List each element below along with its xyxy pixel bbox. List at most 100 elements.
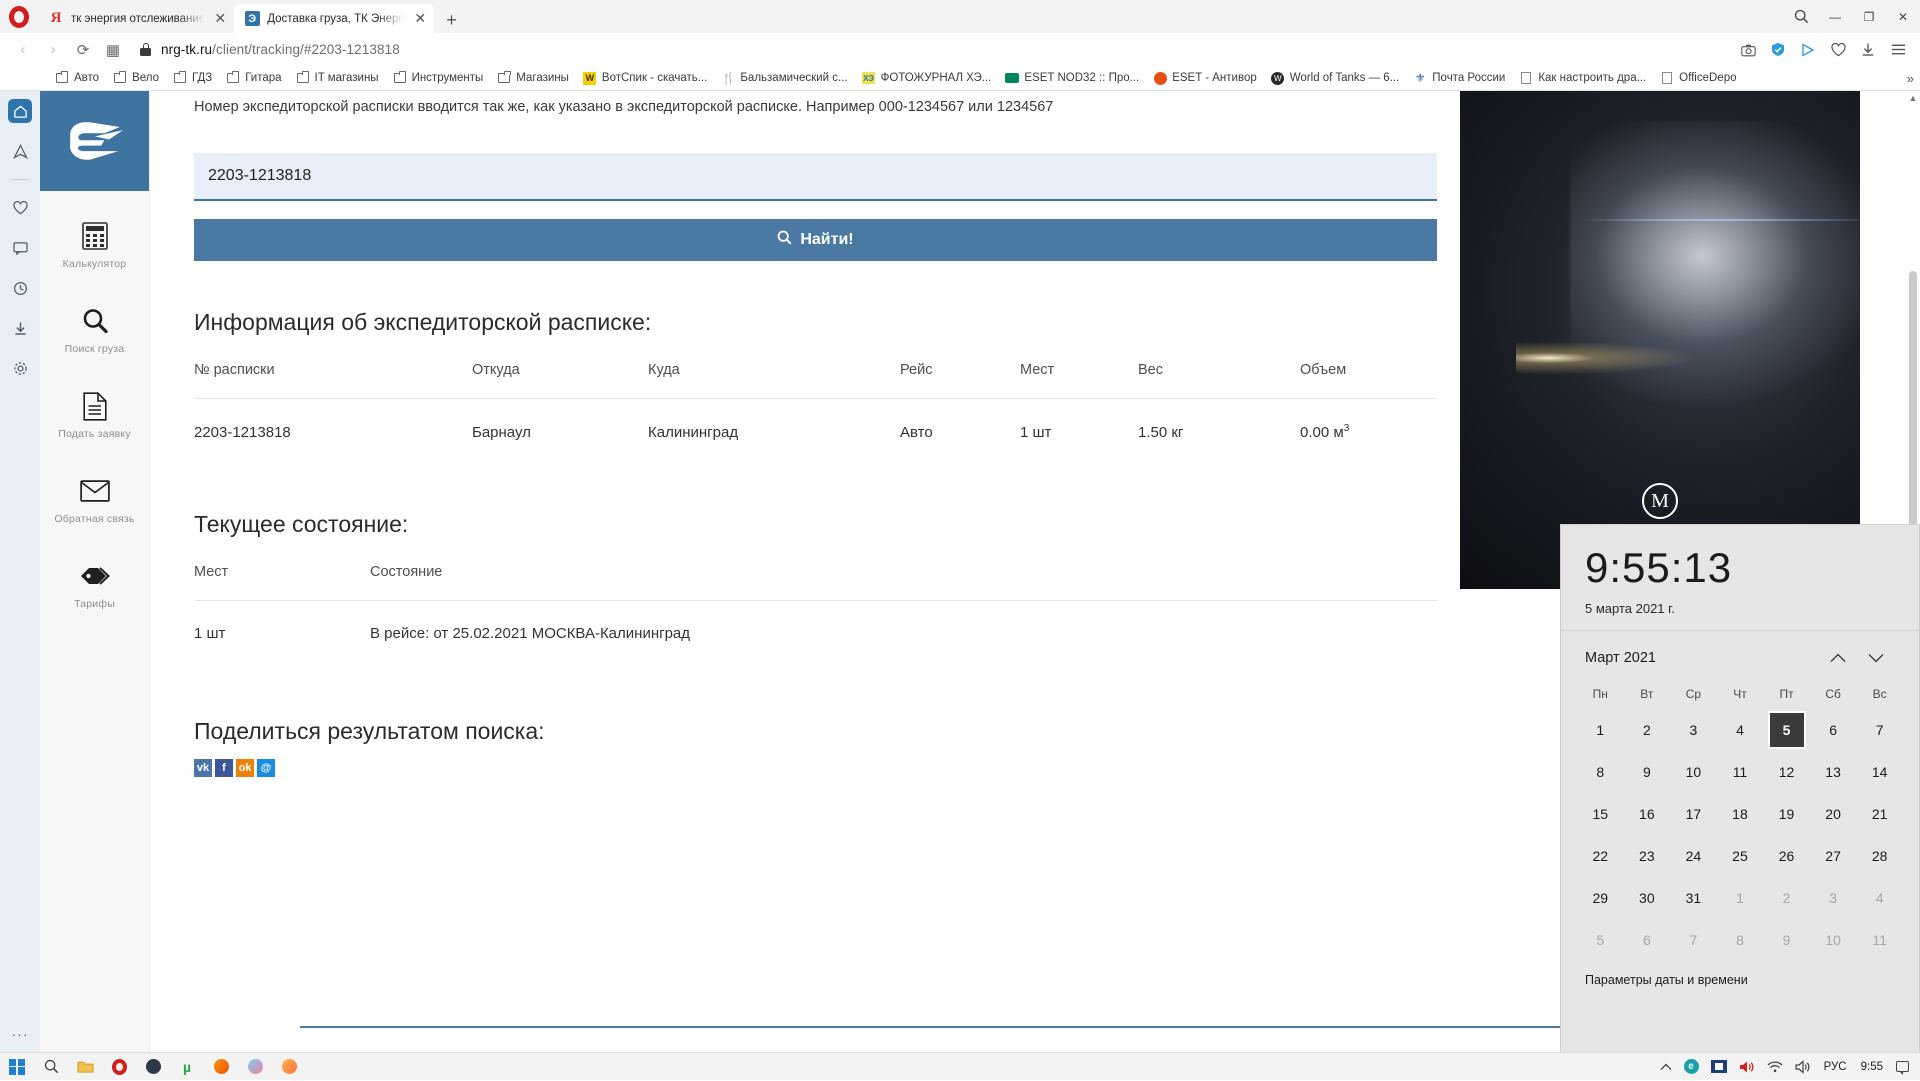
share-moimir-icon[interactable]: @ xyxy=(257,759,275,777)
calendar-day[interactable]: 26 xyxy=(1763,835,1810,877)
opera-sidebar-more[interactable]: ··· xyxy=(12,1026,29,1042)
calendar-day[interactable]: 11 xyxy=(1717,751,1764,793)
calendar-day-selected[interactable]: 5 xyxy=(1763,709,1810,751)
calendar-day[interactable]: 1 xyxy=(1577,709,1624,751)
calendar-day[interactable]: 31 xyxy=(1670,877,1717,919)
opera-logo[interactable] xyxy=(0,0,38,33)
find-button[interactable]: Найти! xyxy=(194,219,1437,261)
sidebar-item-feedback[interactable]: Обратная связь xyxy=(40,468,149,531)
settings-icon[interactable] xyxy=(8,356,32,380)
calendar-day[interactable]: 7 xyxy=(1856,709,1903,751)
close-button[interactable]: ✕ xyxy=(1886,0,1920,33)
shield-icon[interactable] xyxy=(1764,37,1792,63)
wifi-icon[interactable] xyxy=(1762,1053,1788,1081)
bookmark-item[interactable]: IT магазины xyxy=(289,71,386,85)
firefox-icon[interactable] xyxy=(204,1053,238,1081)
share-odnoklassniki-icon[interactable]: ok xyxy=(236,759,254,777)
calendar-day-outside[interactable]: 4 xyxy=(1856,877,1903,919)
taskbar-clock[interactable]: 9:55 xyxy=(1855,1061,1889,1073)
camera-icon[interactable] xyxy=(1734,37,1762,63)
language-indicator[interactable]: РУС xyxy=(1818,1061,1853,1073)
sidebar-item-tariffs[interactable]: Тарифы xyxy=(40,553,149,616)
messenger-icon[interactable] xyxy=(8,236,32,260)
speeddial-icon[interactable]: ▦ xyxy=(98,37,128,63)
calendar-day[interactable]: 13 xyxy=(1810,751,1857,793)
bookmark-item[interactable]: WВотСпик - скачать... xyxy=(576,71,714,85)
opera-icon[interactable] xyxy=(102,1053,136,1081)
calendar-day[interactable]: 9 xyxy=(1624,751,1671,793)
bookmark-item[interactable]: Как настроить дра... xyxy=(1512,71,1653,85)
share-vkontakte-icon[interactable]: vk xyxy=(194,759,212,777)
bookmark-item[interactable]: Авто xyxy=(48,71,106,85)
volume-red-icon[interactable] xyxy=(1734,1053,1760,1081)
home-icon[interactable] xyxy=(8,99,32,123)
bookmark-item[interactable]: ХЭФОТОЖУРНАЛ ХЭ... xyxy=(855,71,999,85)
browser-tab-0[interactable]: Я тк энергия отслеживание ✕ xyxy=(38,4,234,33)
calendar-day[interactable]: 24 xyxy=(1670,835,1717,877)
calendar-day[interactable]: 3 xyxy=(1670,709,1717,751)
bookmark-item[interactable]: ESET - Антивор xyxy=(1146,71,1264,85)
search-icon[interactable] xyxy=(34,1053,68,1081)
maximize-button[interactable]: ❐ xyxy=(1852,0,1886,33)
paint-icon[interactable] xyxy=(238,1053,272,1081)
chevron-up-icon[interactable] xyxy=(1819,645,1857,671)
scroll-up-icon[interactable]: ▲ xyxy=(1906,91,1920,105)
calendar-day-outside[interactable]: 7 xyxy=(1670,919,1717,961)
calendar-day[interactable]: 19 xyxy=(1763,793,1810,835)
calendar-day[interactable]: 29 xyxy=(1577,877,1624,919)
calendar-day-outside[interactable]: 2 xyxy=(1763,877,1810,919)
calendar-day[interactable]: 18 xyxy=(1717,793,1764,835)
history-icon[interactable] xyxy=(8,276,32,300)
calendar-day[interactable]: 23 xyxy=(1624,835,1671,877)
new-tab-button[interactable]: + xyxy=(434,11,469,33)
energia-logo[interactable] xyxy=(40,91,149,191)
reload-icon[interactable]: ⟳ xyxy=(68,37,98,63)
download-icon[interactable] xyxy=(1854,37,1882,63)
advertisement-banner[interactable]: M ISUZU xyxy=(1460,91,1860,589)
menu-icon[interactable] xyxy=(1884,37,1912,63)
url-input[interactable]: nrg-tk.ru/client/tracking/#2203-1213818 xyxy=(128,37,1734,63)
tracking-number-input[interactable]: 2203-1213818 xyxy=(194,153,1437,201)
close-icon[interactable]: ✕ xyxy=(412,11,428,27)
calendar-day-outside[interactable]: 8 xyxy=(1717,919,1764,961)
calendar-day[interactable]: 27 xyxy=(1810,835,1857,877)
calendar-day-outside[interactable]: 6 xyxy=(1624,919,1671,961)
chevron-up-icon[interactable] xyxy=(1655,1053,1677,1081)
calendar-day[interactable]: 25 xyxy=(1717,835,1764,877)
calendar-day-outside[interactable]: 9 xyxy=(1763,919,1810,961)
heart-icon[interactable] xyxy=(1824,37,1852,63)
bookmark-item[interactable]: ГДЗ xyxy=(166,71,219,85)
calendar-day[interactable]: 15 xyxy=(1577,793,1624,835)
downloads-icon[interactable] xyxy=(8,316,32,340)
explorer-icon[interactable] xyxy=(68,1053,102,1081)
bookmark-item[interactable]: OfficeDepo xyxy=(1653,71,1743,85)
calendar-day-outside[interactable]: 5 xyxy=(1577,919,1624,961)
notification-icon[interactable] xyxy=(1891,1053,1914,1081)
calendar-day[interactable]: 22 xyxy=(1577,835,1624,877)
calendar-day[interactable]: 14 xyxy=(1856,751,1903,793)
calendar-month-label[interactable]: Март 2021 xyxy=(1585,650,1819,666)
sidebar-item-submit-request[interactable]: Подать заявку xyxy=(40,383,149,446)
bookmark-item[interactable]: ESET NOD32 :: Про... xyxy=(998,71,1146,85)
display-icon[interactable] xyxy=(1706,1053,1732,1081)
bookmark-item[interactable]: 🍴Бальзамический с... xyxy=(714,71,854,85)
speeddial-icon[interactable] xyxy=(8,139,32,163)
chevron-down-icon[interactable] xyxy=(1857,645,1895,671)
bookmark-item[interactable]: Вело xyxy=(106,71,166,85)
bookmark-item[interactable]: WWorld of Tanks — 6... xyxy=(1264,71,1407,85)
calendar-day[interactable]: 10 xyxy=(1670,751,1717,793)
calendar-day[interactable]: 4 xyxy=(1717,709,1764,751)
browser-tab-1[interactable]: Э Доставка груза, ТК Энерги ✕ xyxy=(234,4,434,33)
bookmark-item[interactable]: Магазины xyxy=(490,71,576,85)
calendar-day-outside[interactable]: 3 xyxy=(1810,877,1857,919)
bookmarks-overflow-button[interactable]: » xyxy=(1907,66,1914,91)
bookmark-item[interactable]: Гитара xyxy=(219,71,288,85)
heart-icon[interactable] xyxy=(8,196,32,220)
calendar-day[interactable]: 30 xyxy=(1624,877,1671,919)
close-icon[interactable]: ✕ xyxy=(212,11,228,27)
calendar-day[interactable]: 6 xyxy=(1810,709,1857,751)
calendar-day[interactable]: 28 xyxy=(1856,835,1903,877)
back-icon[interactable]: ‹ xyxy=(8,37,38,63)
date-time-settings-link[interactable]: Параметры даты и времени xyxy=(1561,961,1919,999)
calendar-day[interactable]: 17 xyxy=(1670,793,1717,835)
